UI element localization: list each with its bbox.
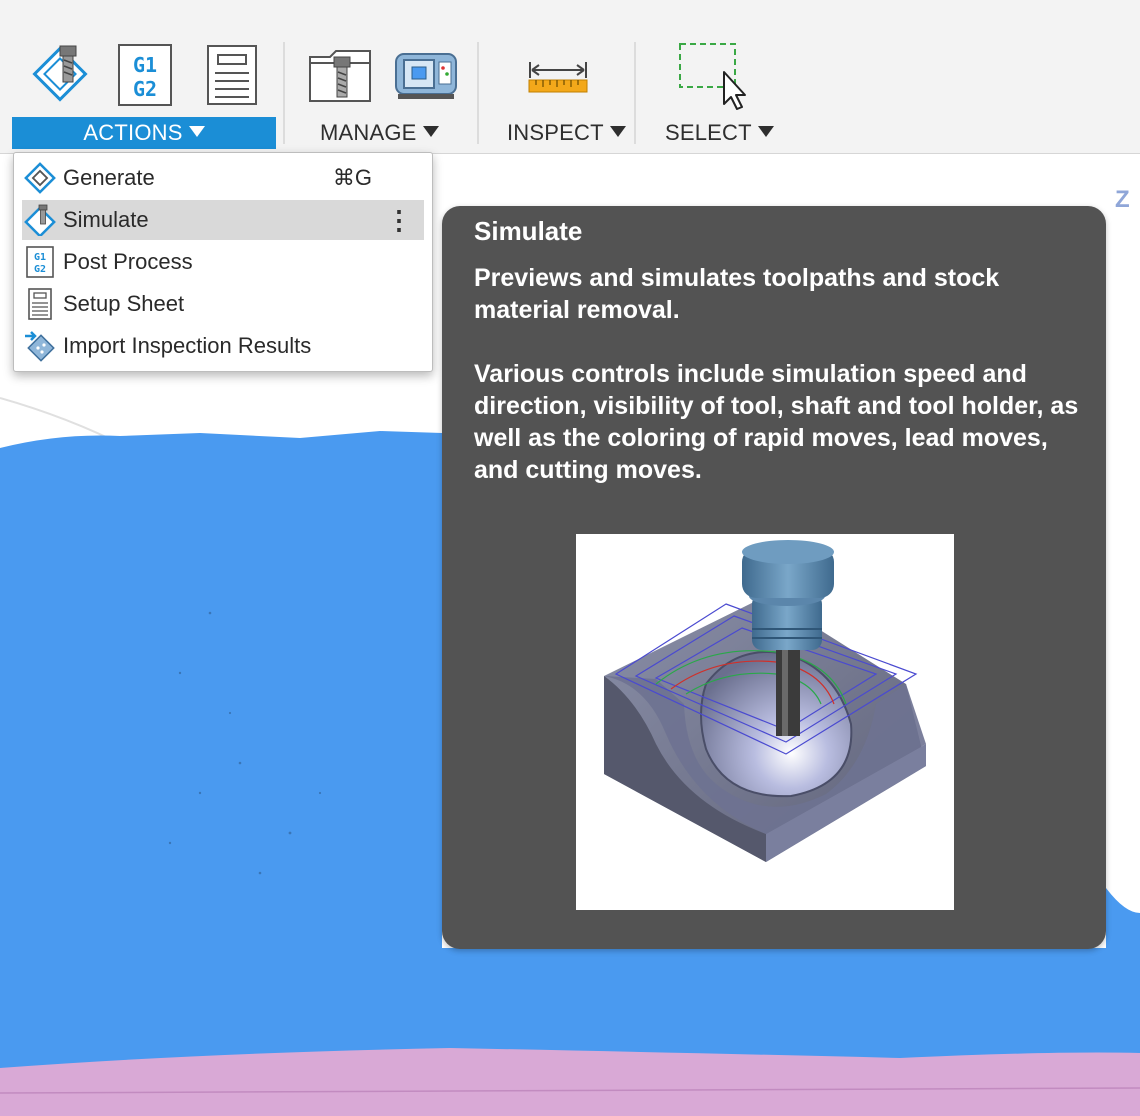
actions-group-button[interactable]: ACTIONS xyxy=(12,117,276,149)
tooltip-paragraph: Previews and simulates toolpaths and sto… xyxy=(474,264,1000,324)
menu-item-setup-sheet[interactable]: Setup Sheet xyxy=(22,284,424,324)
menu-item-label: Simulate xyxy=(63,207,149,232)
setup-sheet-icon xyxy=(24,288,56,320)
shortcut-label: ⌘G xyxy=(332,165,372,190)
menu-item-label: Post Process xyxy=(63,249,193,274)
simulation-preview-illustration xyxy=(576,534,954,910)
import-inspection-icon xyxy=(24,330,56,362)
select-label: SELECT xyxy=(665,120,752,145)
generate-icon xyxy=(24,162,56,194)
menu-item-label: Generate xyxy=(63,165,155,190)
tooltip-title: Simulate xyxy=(474,216,583,246)
chevron-down-icon xyxy=(609,126,626,137)
selection-box-icon[interactable] xyxy=(678,42,748,110)
menu-item-import-inspection-results[interactable]: Import Inspection Results xyxy=(22,326,424,366)
inspect-label: INSPECT xyxy=(507,120,604,145)
g1-text: G1 xyxy=(34,252,46,263)
manage-label: MANAGE xyxy=(320,120,417,145)
setup-sheet-icon[interactable] xyxy=(207,45,257,105)
tooltip-paragraph: Various controls include simulation spee… xyxy=(474,360,1079,484)
toolbar: G1 G2 ACTIONS MANAGE INSPECT SELECT xyxy=(0,0,1140,154)
menu-item-label: Setup Sheet xyxy=(63,291,185,316)
menu-item-post-process[interactable]: G1 G2 Post Process xyxy=(22,242,424,282)
g1-g2-post-icon[interactable]: G1 G2 xyxy=(118,44,172,106)
more-options-icon[interactable]: ⋮ xyxy=(386,200,412,240)
select-group-button[interactable]: SELECT xyxy=(665,117,774,149)
measure-ruler-icon[interactable] xyxy=(528,60,588,94)
chevron-down-icon xyxy=(422,126,439,137)
view-cube-axis-label[interactable]: Z xyxy=(1115,186,1130,214)
inspect-group-button[interactable]: INSPECT xyxy=(507,117,626,149)
simulate-icon xyxy=(24,204,56,238)
menu-item-generate[interactable]: Generate ⌘G xyxy=(22,158,424,198)
tooltip-body: Previews and simulates toolpaths and sto… xyxy=(474,262,1084,518)
post-process-icon: G1 G2 xyxy=(24,246,56,278)
menu-item-simulate[interactable]: Simulate ⋮ xyxy=(22,200,424,240)
g2-text: G2 xyxy=(34,264,46,275)
generate-tool-icon[interactable] xyxy=(30,42,90,104)
machine-library-icon[interactable] xyxy=(394,52,458,100)
chevron-down-icon xyxy=(188,126,205,137)
tool-library-icon[interactable] xyxy=(308,47,372,103)
manage-group-button[interactable]: MANAGE xyxy=(320,117,439,149)
g2-text: G2 xyxy=(133,77,157,101)
simulate-tooltip: Simulate Previews and simulates toolpath… xyxy=(442,206,1106,949)
actions-label: ACTIONS xyxy=(83,120,183,145)
menu-item-label: Import Inspection Results xyxy=(63,333,312,358)
actions-dropdown-menu: Generate ⌘G Simulate ⋮ G1 G2 Post Proces… xyxy=(13,152,433,372)
g1-text: G1 xyxy=(133,53,157,77)
chevron-down-icon xyxy=(757,126,774,137)
